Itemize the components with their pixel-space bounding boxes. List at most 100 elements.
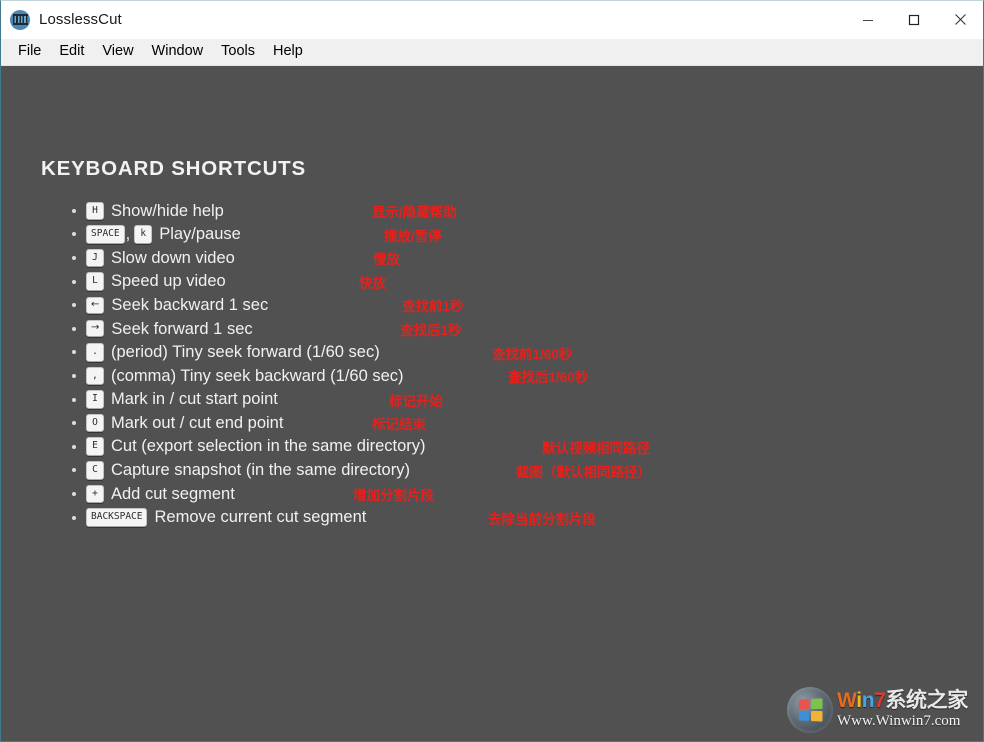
shortcut-annotation: 查找前1/60秒	[492, 348, 572, 362]
key-badge: SPACE	[86, 225, 125, 244]
watermark-brand-part: 系统之家	[885, 689, 967, 712]
watermark-brand-part: 7	[874, 689, 885, 712]
close-button[interactable]	[937, 1, 983, 38]
window-title: LosslessCut	[39, 12, 122, 27]
help-overlay: KEYBOARD SHORTCUTS H Show/hide help 显示/隐藏帮…	[1, 66, 983, 741]
minimize-icon	[862, 14, 874, 26]
maximize-icon	[908, 14, 920, 26]
shortcut-annotation: 显示/隐藏帮助	[372, 206, 457, 220]
shortcut-description: Capture snapshot (in the same directory)	[111, 462, 410, 479]
shortcut-annotation: 慢放	[373, 253, 400, 267]
window-controls	[845, 1, 983, 38]
key-badge: E	[86, 437, 104, 456]
shortcut-annotation: 快放	[359, 277, 386, 291]
shortcut-annotation: 标记开始	[389, 395, 443, 409]
shortcut-annotation: 查找前1秒	[402, 300, 464, 314]
key-badge: +	[86, 485, 104, 504]
shortcut-row: SPACE,kPlay/pause播放/暂停	[86, 223, 426, 247]
shortcut-description: Cut (export selection in the same direct…	[111, 438, 426, 455]
shortcut-row: +Add cut segment增加分割片段	[86, 482, 426, 506]
shortcut-row: →Seek forward 1 sec查找后1秒	[86, 317, 426, 341]
shortcut-keys: →	[86, 320, 104, 337]
shortcut-annotation: 播放/暂停	[384, 230, 442, 244]
page-title: KEYBOARD SHORTCUTS	[41, 159, 306, 180]
key-badge: O	[86, 414, 104, 433]
watermark-brand-part: W	[837, 689, 856, 712]
watermark-brand-part: n	[862, 689, 874, 712]
shortcut-keys: +	[86, 485, 104, 504]
key-badge: J	[86, 249, 104, 268]
shortcut-annotation: 截图（默认相同路径）	[516, 466, 651, 480]
losslesscut-window: LosslessCut File Edit View	[0, 0, 984, 742]
film-clapper-icon	[10, 10, 30, 30]
minimize-button[interactable]	[845, 1, 891, 38]
shortcut-row: IMark in / cut start point标记开始	[86, 388, 426, 412]
shortcut-keys: BACKSPACE	[86, 508, 147, 527]
shortcut-description: Remove current cut segment	[154, 509, 366, 526]
key-badge: →	[86, 320, 104, 337]
shortcut-annotation: 查找后1/60秒	[508, 371, 588, 385]
shortcut-row: E Cut (export selection in the same direc…	[86, 435, 426, 459]
key-badge: ←	[86, 297, 104, 314]
shortcut-description: Mark out / cut end point	[111, 415, 283, 432]
menu-bar: File Edit View Window Tools Help	[1, 39, 983, 66]
menu-item-tools[interactable]: Tools	[212, 41, 264, 63]
key-badge: .	[86, 343, 104, 362]
shortcut-row: O Mark out / cut end point 标记结束	[86, 411, 426, 435]
shortcut-keys: C	[86, 461, 104, 480]
shortcut-row: HShow/hide help显示/隐藏帮助	[86, 199, 426, 223]
shortcut-keys: .	[86, 343, 104, 362]
key-badge: I	[86, 390, 104, 409]
shortcut-keys: H	[86, 202, 104, 221]
title-bar: LosslessCut	[1, 1, 983, 39]
shortcut-description: Show/hide help	[111, 203, 224, 220]
key-badge: H	[86, 202, 104, 221]
windows-orb-icon	[787, 687, 833, 733]
key-badge: k	[134, 225, 152, 244]
menu-item-edit[interactable]: Edit	[50, 41, 93, 63]
menu-item-window[interactable]: Window	[143, 41, 213, 63]
close-icon	[954, 13, 967, 26]
shortcut-keys: SPACE,k	[86, 225, 152, 244]
shortcut-annotation: 查找后1秒	[400, 324, 462, 338]
maximize-button[interactable]	[891, 1, 937, 38]
shortcut-description: Speed up video	[111, 273, 226, 290]
shortcut-keys: E	[86, 437, 104, 456]
menu-item-help[interactable]: Help	[264, 41, 312, 63]
watermark: Win7系统之家 Www.Winwin7.com	[787, 683, 979, 737]
shortcut-keys: ,	[86, 367, 104, 386]
shortcut-row: ,(comma) Tiny seek backward (1/60 sec)查找…	[86, 364, 426, 388]
shortcut-row: C Capture snapshot (in the same directory…	[86, 459, 426, 483]
key-badge: BACKSPACE	[86, 508, 147, 527]
shortcut-annotation: 增加分割片段	[353, 489, 434, 503]
shortcut-description: Seek forward 1 sec	[111, 321, 252, 338]
shortcut-row: L Speed up video 快放	[86, 270, 426, 294]
watermark-brand: Win7系统之家	[837, 690, 968, 712]
shortcut-description: Mark in / cut start point	[111, 391, 278, 408]
shortcut-keys: J	[86, 249, 104, 268]
shortcut-annotation: 默认视频相同路径	[542, 442, 650, 456]
shortcut-row: .(period) Tiny seek forward (1/60 sec)查找…	[86, 341, 426, 365]
shortcut-keys: L	[86, 272, 104, 291]
shortcut-annotation: 标记结束	[372, 418, 426, 432]
shortcut-annotation: 去除当前分割片段	[488, 513, 596, 527]
shortcut-description: Slow down video	[111, 250, 235, 267]
key-badge: L	[86, 272, 104, 291]
shortcut-keys: ←	[86, 297, 104, 314]
shortcut-row: ←Seek backward 1 sec查找前1秒	[86, 293, 426, 317]
shortcut-keys: I	[86, 390, 104, 409]
shortcut-description: Add cut segment	[111, 486, 235, 503]
shortcut-description: Seek backward 1 sec	[111, 297, 268, 314]
shortcut-description: (period) Tiny seek forward (1/60 sec)	[111, 344, 380, 361]
key-separator: ,	[126, 226, 131, 243]
shortcut-keys: O	[86, 414, 104, 433]
shortcut-row: J Slow down video 慢放	[86, 246, 426, 270]
shortcut-description: Play/pause	[159, 226, 241, 243]
watermark-url: Www.Winwin7.com	[837, 713, 968, 730]
key-badge: C	[86, 461, 104, 480]
shortcut-list: HShow/hide help显示/隐藏帮助SPACE,kPlay/pause播…	[64, 199, 426, 529]
menu-item-view[interactable]: View	[93, 41, 142, 63]
key-badge: ,	[86, 367, 104, 386]
menu-item-file[interactable]: File	[9, 41, 50, 63]
shortcut-row: BACKSPACERemove current cut segment去除当前分…	[86, 506, 426, 530]
